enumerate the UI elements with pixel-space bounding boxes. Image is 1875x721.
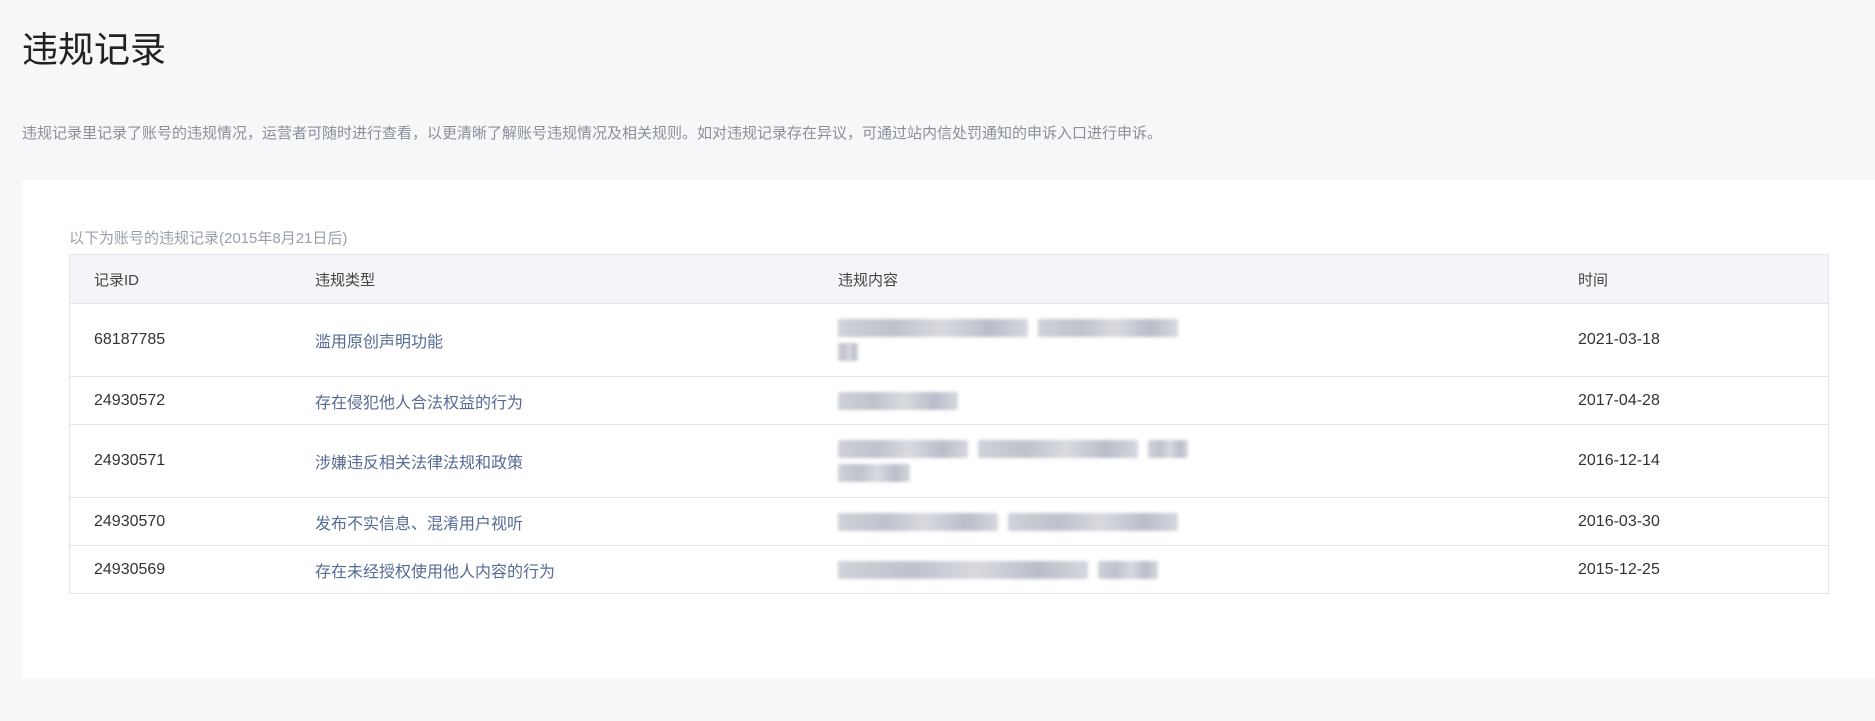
table-row: 24930571 涉嫌违反相关法律法规和政策 2016-12-14 xyxy=(70,424,1828,497)
violation-type-link[interactable]: 发布不实信息、混淆用户视听 xyxy=(315,516,523,533)
violation-content-redacted xyxy=(814,391,1554,410)
column-header-type: 违规类型 xyxy=(315,271,376,289)
column-header-content: 违规内容 xyxy=(838,271,899,289)
page-title: 违规记录 xyxy=(22,29,167,70)
records-caption: 以下为账号的违规记录(2015年8月21日后) xyxy=(69,230,348,247)
record-id: 24930572 xyxy=(94,391,166,409)
table-row: 24930569 存在未经授权使用他人内容的行为 2015-12-25 xyxy=(70,545,1828,593)
violation-type-link[interactable]: 滥用原创声明功能 xyxy=(315,334,443,351)
violation-content-redacted xyxy=(814,560,1554,579)
record-id: 24930571 xyxy=(94,452,166,469)
page-description: 违规记录里记录了账号的违规情况，运营者可随时进行查看，以更清晰了解账号违规情况及… xyxy=(22,125,1163,142)
violation-type-link[interactable]: 存在未经授权使用他人内容的行为 xyxy=(315,564,555,581)
record-time: 2017-04-28 xyxy=(1578,391,1660,409)
record-time: 2016-12-14 xyxy=(1578,452,1660,469)
table-header: 记录ID 违规类型 违规内容 时间 xyxy=(70,255,1828,303)
records-card: 以下为账号的违规记录(2015年8月21日后) 记录ID 违规类型 违规内容 时… xyxy=(22,180,1875,678)
violation-records-page: 违规记录 违规记录里记录了账号的违规情况，运营者可随时进行查看，以更清晰了解账号… xyxy=(0,0,1875,721)
record-id: 24930570 xyxy=(94,512,166,530)
violation-type-link[interactable]: 存在侵犯他人合法权益的行为 xyxy=(315,395,523,412)
violation-content-redacted xyxy=(814,440,1554,482)
violation-content-redacted xyxy=(814,319,1554,361)
violation-type-link[interactable]: 涉嫌违反相关法律法规和政策 xyxy=(315,455,523,472)
record-time: 2015-12-25 xyxy=(1578,560,1660,578)
record-time: 2021-03-18 xyxy=(1578,331,1660,348)
table-row: 24930570 发布不实信息、混淆用户视听 2016-03-30 xyxy=(70,497,1828,545)
record-id: 68187785 xyxy=(94,331,166,348)
violation-content-redacted xyxy=(814,512,1554,531)
table-row: 68187785 滥用原创声明功能 2021-03-18 xyxy=(70,303,1828,376)
record-id: 24930569 xyxy=(94,560,166,578)
column-header-id: 记录ID xyxy=(94,271,140,289)
record-time: 2016-03-30 xyxy=(1578,512,1660,530)
records-table: 记录ID 违规类型 违规内容 时间 68187785 滥用原创声明功能 2021… xyxy=(69,254,1829,594)
table-row: 24930572 存在侵犯他人合法权益的行为 2017-04-28 xyxy=(70,376,1828,424)
column-header-time: 时间 xyxy=(1578,271,1609,289)
